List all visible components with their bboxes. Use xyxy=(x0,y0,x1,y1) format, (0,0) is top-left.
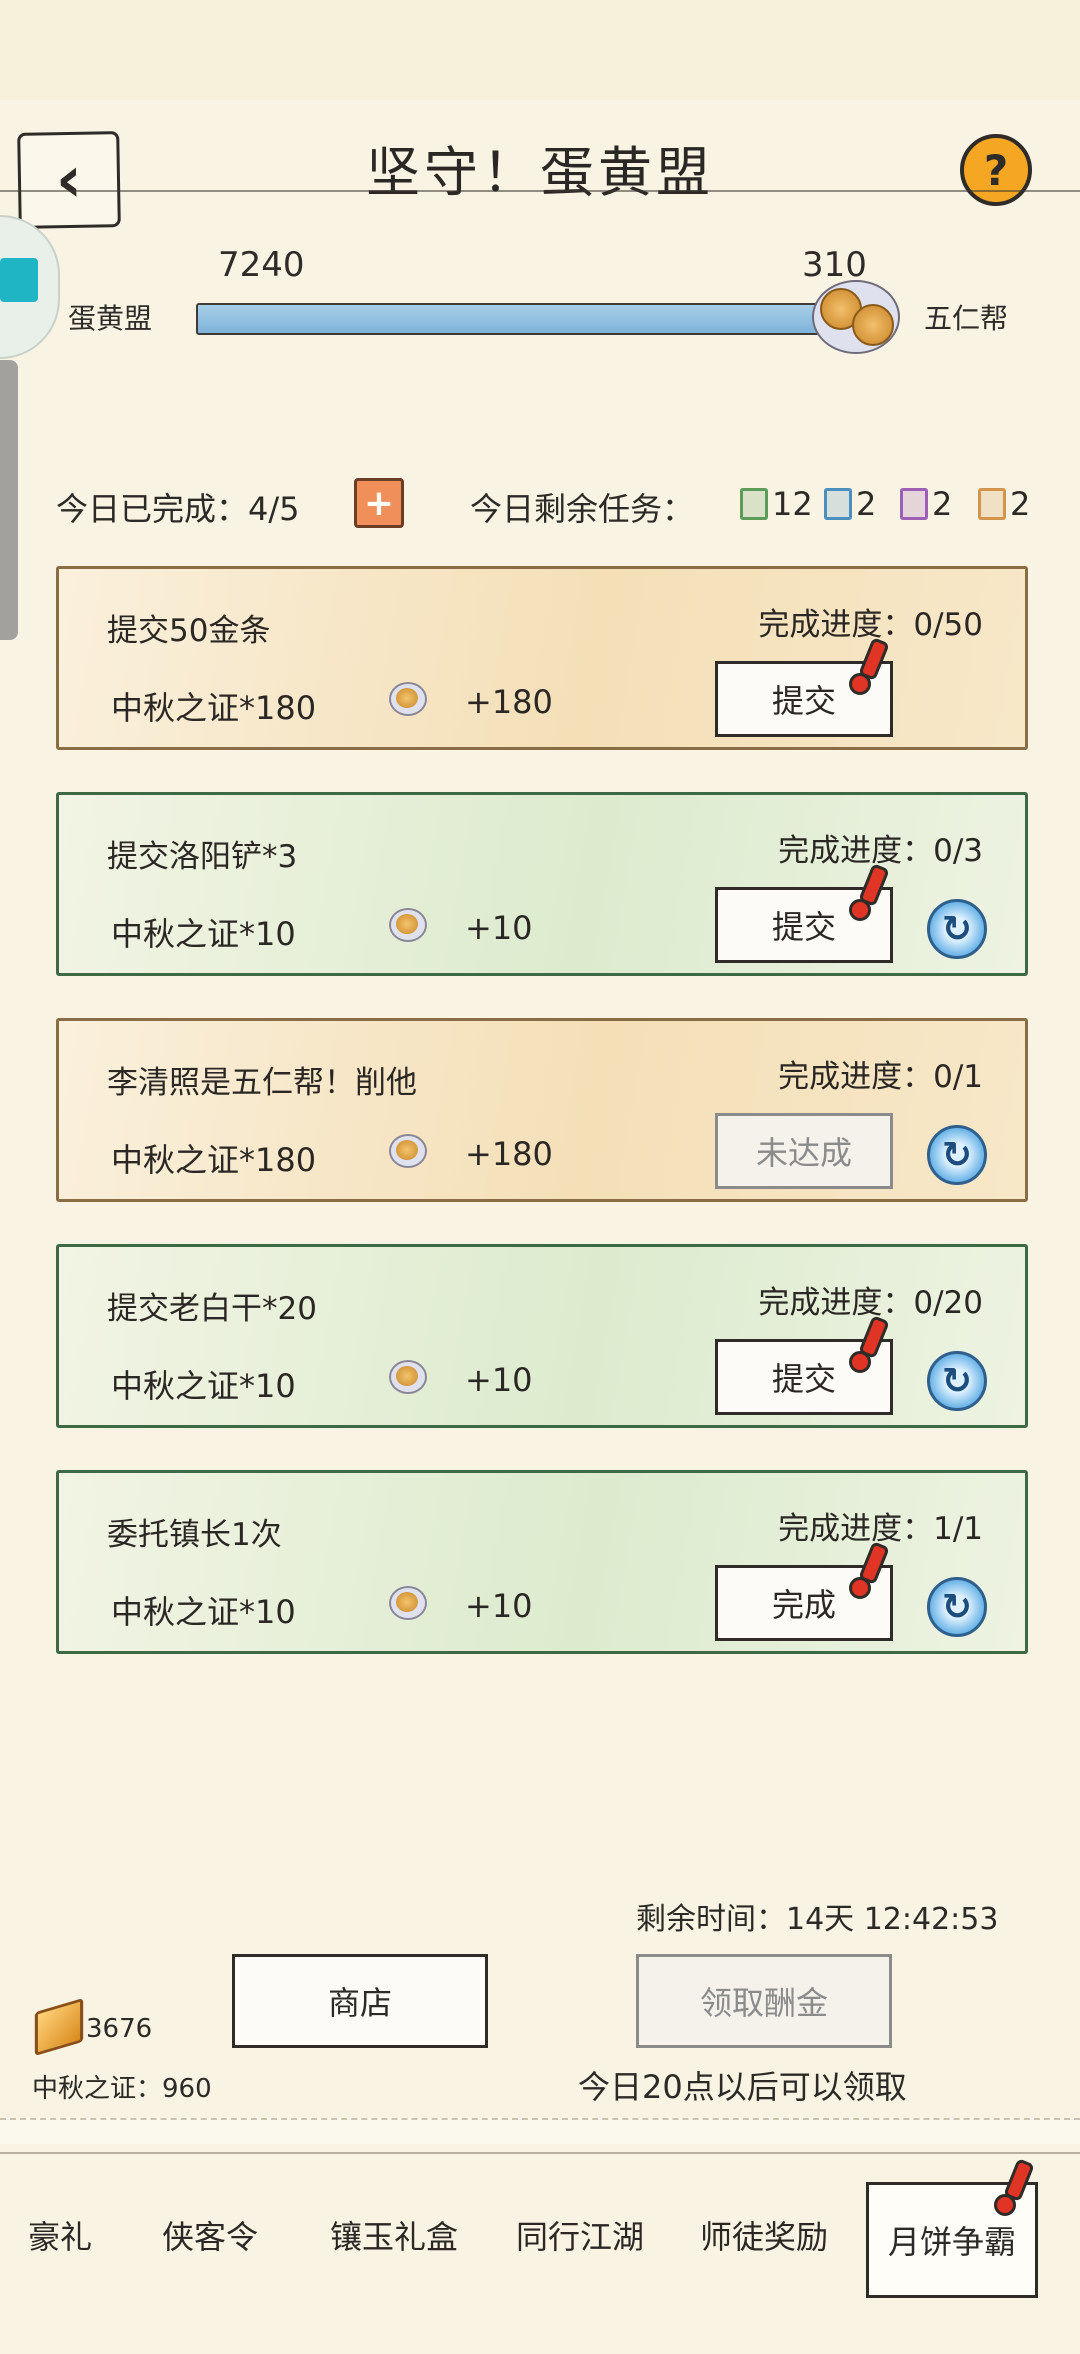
green-task-icon xyxy=(740,488,768,520)
task-progress: 完成进度：0/3 xyxy=(778,833,983,869)
task-card: 委托镇长1次 完成进度：1/1 中秋之证*10 +10 完成 ↻ xyxy=(56,1470,1028,1654)
task-reward-amount: +10 xyxy=(465,1361,533,1399)
shop-button[interactable]: 商店 xyxy=(232,1954,488,2048)
task-card: 提交老白干*20 完成进度：0/20 中秋之证*10 +10 提交 ↻ xyxy=(56,1244,1028,1428)
certificate-count: 中秋之证：960 xyxy=(32,2074,212,2104)
left-team-name: 蛋黄盟 xyxy=(68,302,153,335)
task-reward-amount: +180 xyxy=(465,683,553,721)
help-button[interactable]: ? xyxy=(960,134,1032,206)
add-attempts-button[interactable]: + xyxy=(354,478,404,528)
remaining-tasks-label: 今日剩余任务： xyxy=(470,490,695,528)
question-mark-icon: ? xyxy=(983,145,1009,195)
claim-reward-button[interactable]: 领取酬金 xyxy=(636,1954,892,2048)
task-title: 李清照是五仁帮！削他 xyxy=(107,1065,417,1101)
mooncake-icon xyxy=(389,1586,427,1620)
page-title: 坚守！蛋黄盟 xyxy=(366,141,714,204)
task-reward: 中秋之证*10 xyxy=(111,1367,296,1405)
task-title: 提交50金条 xyxy=(107,613,271,649)
refresh-icon[interactable]: ↻ xyxy=(927,1125,987,1185)
orange-task-icon xyxy=(978,488,1006,520)
task-card: 提交洛阳铲*3 完成进度：0/3 中秋之证*10 +10 提交 ↻ xyxy=(56,792,1028,976)
task-reward: 中秋之证*180 xyxy=(111,689,317,727)
nav-tab-gift[interactable]: 豪礼 xyxy=(28,2212,92,2258)
mooncake-icon xyxy=(389,908,427,942)
battle-progress-bar xyxy=(196,303,850,335)
refresh-icon[interactable]: ↻ xyxy=(927,1577,987,1637)
task-title: 提交洛阳铲*3 xyxy=(107,839,298,875)
remaining-chip-green: 12 xyxy=(740,485,813,523)
top-band xyxy=(0,0,1080,100)
task-progress: 完成进度：0/20 xyxy=(758,1285,983,1321)
alert-icon xyxy=(849,1541,890,1599)
claim-note: 今日20点以后可以领取 xyxy=(578,2068,907,2106)
left-team-score: 7240 xyxy=(218,245,305,285)
gold-bar-icon xyxy=(34,1998,84,2056)
refresh-icon[interactable]: ↻ xyxy=(927,899,987,959)
header-divider xyxy=(0,190,1080,192)
nav-tab-jade-box[interactable]: 镶玉礼盒 xyxy=(330,2212,458,2258)
task-reward: 中秋之证*180 xyxy=(111,1141,317,1179)
task-reward: 中秋之证*10 xyxy=(111,1593,296,1631)
nav-tab-master-reward[interactable]: 师徒奖励 xyxy=(700,2212,828,2258)
gold-count: 3676 xyxy=(86,2014,153,2044)
remaining-chip-blue: 2 xyxy=(824,485,876,523)
task-title: 提交老白干*20 xyxy=(107,1291,317,1327)
plus-icon: + xyxy=(363,482,395,524)
alert-icon xyxy=(849,863,890,921)
task-progress: 完成进度：1/1 xyxy=(778,1511,983,1547)
task-reward-amount: +10 xyxy=(465,909,533,947)
right-team-score: 310 xyxy=(802,245,867,285)
completed-today-label: 今日已完成：4/5 xyxy=(56,490,300,528)
task-reward-amount: +10 xyxy=(465,1587,533,1625)
task-card: 提交50金条 完成进度：0/50 中秋之证*180 +180 提交 xyxy=(56,566,1028,750)
blue-task-icon xyxy=(824,488,852,520)
task-progress: 完成进度：0/1 xyxy=(778,1059,983,1095)
mooncake-icon xyxy=(389,1134,427,1168)
alert-icon xyxy=(849,1315,890,1373)
task-card: 李清照是五仁帮！削他 完成进度：0/1 中秋之证*180 +180 未达成 ↻ xyxy=(56,1018,1028,1202)
alert-icon xyxy=(994,2158,1035,2216)
bottom-divider xyxy=(0,2118,1080,2144)
remaining-chip-orange: 2 xyxy=(978,485,1030,523)
task-reward: 中秋之证*10 xyxy=(111,915,296,953)
mooncake-plate-icon xyxy=(812,280,900,354)
refresh-icon[interactable]: ↻ xyxy=(927,1351,987,1411)
nav-tab-xiake-token[interactable]: 侠客令 xyxy=(162,2212,258,2258)
right-team-name: 五仁帮 xyxy=(924,302,1009,335)
not-achieved-button[interactable]: 未达成 xyxy=(715,1113,893,1189)
task-reward-amount: +180 xyxy=(465,1135,553,1173)
task-title: 委托镇长1次 xyxy=(107,1517,282,1553)
battle-progress-fill xyxy=(198,305,822,333)
edge-handle[interactable] xyxy=(0,360,18,640)
purple-task-icon xyxy=(900,488,928,520)
nav-tab-companions[interactable]: 同行江湖 xyxy=(516,2212,644,2258)
mooncake-icon xyxy=(389,682,427,716)
task-progress: 完成进度：0/50 xyxy=(758,607,983,643)
remaining-time: 剩余时间：14天 12:42:53 xyxy=(636,1902,999,1937)
mooncake-icon xyxy=(389,1360,427,1394)
alert-icon xyxy=(849,637,890,695)
app-logo-icon xyxy=(0,258,38,302)
remaining-chip-purple: 2 xyxy=(900,485,952,523)
